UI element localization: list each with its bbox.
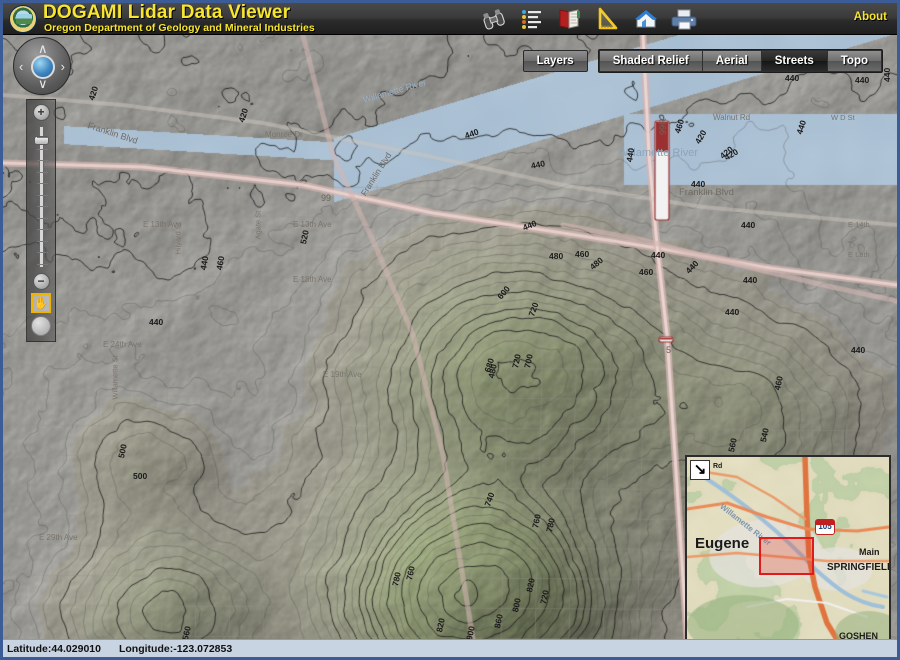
zoom-slider-track[interactable] [39, 126, 44, 268]
identify-tool-icon[interactable] [31, 316, 51, 336]
globe-full-extent-icon[interactable] [31, 55, 55, 79]
highway-shield-105: 105 [815, 519, 835, 535]
search-binoculars-icon[interactable] [481, 6, 507, 32]
print-icon[interactable] [671, 6, 697, 32]
bookmarks-book-icon[interactable] [557, 6, 583, 32]
pan-up-arrow-icon[interactable]: ∧ [38, 42, 48, 55]
layers-button[interactable]: Layers [523, 50, 588, 72]
app-title: DOGAMI Lidar Data Viewer [43, 2, 290, 24]
zoom-slider-column: + − ✋ [26, 99, 56, 342]
status-bar: Latitude:44.029010 Longitude:-123.072853 [3, 639, 897, 657]
zoom-tick [37, 149, 48, 150]
zoom-tick [37, 195, 48, 196]
zoom-out-button[interactable]: − [33, 273, 50, 290]
zoom-tick [37, 264, 48, 265]
basemap-selector: Layers Shaded ReliefAerialStreetsTopo [523, 49, 883, 73]
zoom-tick [37, 229, 48, 230]
zoom-tick [37, 172, 48, 173]
zoom-tick [37, 206, 48, 207]
header-toolbar [481, 5, 697, 33]
basemap-button-topo[interactable]: Topo [828, 51, 881, 71]
overview-extent-rectangle[interactable] [759, 537, 814, 575]
zoom-tick [37, 218, 48, 219]
measure-ruler-icon[interactable] [595, 6, 621, 32]
navigation-widget: ∧ ∨ ‹ › + − ✋ [13, 37, 75, 95]
zoom-tick [37, 137, 48, 138]
longitude-readout: Longitude:-123.072853 [119, 643, 232, 655]
latitude-readout: Latitude:44.029010 [7, 643, 101, 655]
zoom-in-button[interactable]: + [33, 104, 50, 121]
pan-right-arrow-icon[interactable]: › [61, 60, 65, 73]
legend-list-icon[interactable] [519, 6, 545, 32]
dogami-seal-logo [9, 5, 37, 33]
app-subtitle: Oregon Department of Geology and Mineral… [44, 22, 315, 34]
zoom-tick [37, 160, 48, 161]
basemap-button-shaded-relief[interactable]: Shaded Relief [600, 51, 702, 71]
overview-map[interactable]: EugeneSPRINGFIELDGOSHENMainWillamette Ri… [685, 455, 891, 651]
basemap-button-streets[interactable]: Streets [762, 51, 827, 71]
zoom-tick [37, 252, 48, 253]
pan-left-arrow-icon[interactable]: ‹ [19, 60, 23, 73]
pan-control[interactable]: ∧ ∨ ‹ › [13, 37, 71, 95]
pan-hand-tool-icon[interactable]: ✋ [31, 293, 51, 313]
home-extent-icon[interactable] [633, 6, 659, 32]
lidar-viewer-window: DOGAMI Lidar Data Viewer Oregon Departme… [0, 0, 900, 660]
zoom-tick [37, 241, 48, 242]
zoom-tick [37, 183, 48, 184]
app-header: DOGAMI Lidar Data Viewer Oregon Departme… [3, 3, 897, 35]
overview-collapse-icon[interactable]: ↘ [690, 460, 710, 480]
basemap-button-aerial[interactable]: Aerial [703, 51, 761, 71]
about-link[interactable]: About [854, 11, 887, 23]
basemap-button-group: Shaded ReliefAerialStreetsTopo [598, 49, 883, 73]
